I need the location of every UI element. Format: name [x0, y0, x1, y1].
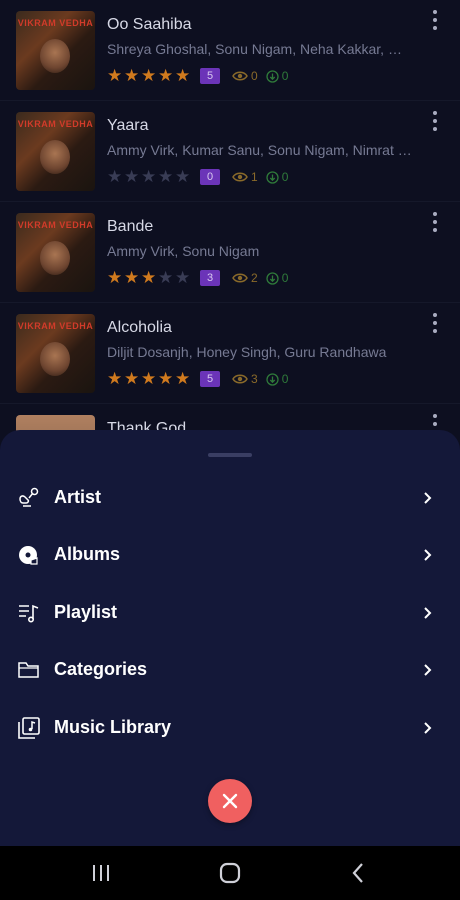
menu-item-label: Artist — [54, 487, 102, 507]
folder-icon — [18, 662, 39, 678]
rating-badge: 5 — [200, 371, 220, 387]
song-title: Bande — [107, 218, 154, 235]
eye-icon — [232, 273, 248, 283]
star-rating: ★ ★ ★ ★ ★ — [107, 269, 192, 286]
back-icon[interactable] — [347, 861, 371, 885]
download-count: 0 — [266, 271, 288, 285]
menu-item-label: Categories — [54, 659, 148, 679]
song-title: Alcoholia — [107, 319, 172, 336]
menu-item-music-library[interactable]: Music Library — [0, 700, 460, 757]
chevron-right-icon — [424, 722, 432, 734]
home-icon[interactable] — [218, 861, 242, 885]
rating-badge: 5 — [200, 68, 220, 84]
star-icon[interactable]: ★ — [175, 67, 192, 84]
menu-item-artist[interactable]: Artist — [0, 470, 460, 527]
star-icon[interactable]: ★ — [124, 370, 141, 387]
song-artists: Shreya Ghoshal, Sonu Nigam, Neha Kakkar,… — [107, 41, 412, 57]
view-count: 1 — [232, 170, 258, 184]
song-title: Oo Saahiba — [107, 16, 192, 33]
star-rating: ★ ★ ★ ★ ★ — [107, 370, 192, 387]
song-row[interactable]: VIKRAM VEDHA Yaara Ammy Virk, Kumar Sanu… — [0, 101, 460, 202]
system-navigation-bar — [0, 846, 460, 900]
download-icon — [266, 170, 279, 184]
song-row[interactable]: VIKRAM VEDHA Bande Ammy Virk, Sonu Nigam… — [0, 202, 460, 303]
star-icon[interactable]: ★ — [124, 269, 141, 286]
chevron-right-icon — [424, 607, 432, 619]
song-meta: ★ ★ ★ ★ ★ 5 3 0 — [107, 370, 288, 387]
album-disc-icon — [19, 546, 38, 565]
star-icon[interactable]: ★ — [141, 269, 158, 286]
bottom-sheet: Artist Albums Playlist Categories Music … — [0, 430, 460, 846]
star-rating: ★ ★ ★ ★ ★ — [107, 168, 192, 185]
star-icon[interactable]: ★ — [107, 269, 124, 286]
album-art: VIKRAM VEDHA — [16, 112, 95, 191]
close-icon — [222, 793, 238, 809]
star-icon[interactable]: ★ — [158, 168, 175, 185]
download-count: 0 — [266, 372, 288, 386]
song-title: Yaara — [107, 117, 149, 134]
more-options-icon[interactable] — [430, 111, 440, 131]
star-icon[interactable]: ★ — [141, 168, 158, 185]
menu-item-label: Playlist — [54, 602, 118, 622]
music-library-icon — [18, 717, 40, 739]
star-icon[interactable]: ★ — [141, 67, 158, 84]
menu-item-label: Music Library — [54, 717, 172, 737]
download-icon — [266, 271, 279, 285]
star-icon[interactable]: ★ — [158, 370, 175, 387]
view-count: 3 — [232, 372, 258, 386]
song-artists: Ammy Virk, Sonu Nigam — [107, 243, 260, 259]
song-artists: Ammy Virk, Kumar Sanu, Sonu Nigam, Nimra… — [107, 142, 412, 158]
menu-item-albums[interactable]: Albums — [0, 527, 460, 584]
download-count: 0 — [266, 69, 288, 83]
chevron-right-icon — [424, 492, 432, 504]
download-icon — [266, 372, 279, 386]
rating-badge: 0 — [200, 169, 220, 185]
song-row[interactable]: VIKRAM VEDHA Oo Saahiba Shreya Ghoshal, … — [0, 0, 460, 101]
eye-icon — [232, 172, 248, 182]
star-icon[interactable]: ★ — [158, 269, 175, 286]
star-icon[interactable]: ★ — [107, 370, 124, 387]
menu-item-categories[interactable]: Categories — [0, 642, 460, 699]
more-options-icon[interactable] — [430, 313, 440, 333]
download-count: 0 — [266, 170, 288, 184]
close-button[interactable] — [208, 779, 252, 823]
song-meta: ★ ★ ★ ★ ★ 3 2 0 — [107, 269, 288, 286]
star-icon[interactable]: ★ — [175, 168, 192, 185]
menu-item-playlist[interactable]: Playlist — [0, 585, 460, 642]
song-row[interactable]: VIKRAM VEDHA Alcoholia Diljit Dosanjh, H… — [0, 303, 460, 404]
artist-icon — [19, 487, 39, 507]
star-rating: ★ ★ ★ ★ ★ — [107, 67, 192, 84]
rating-badge: 3 — [200, 270, 220, 286]
star-icon[interactable]: ★ — [107, 168, 124, 185]
album-art: VIKRAM VEDHA — [16, 314, 95, 393]
album-art: VIKRAM VEDHA — [16, 213, 95, 292]
chevron-right-icon — [424, 549, 432, 561]
chevron-right-icon — [424, 664, 432, 676]
playlist-icon — [19, 604, 39, 623]
more-options-icon[interactable] — [430, 212, 440, 232]
star-icon[interactable]: ★ — [124, 168, 141, 185]
star-icon[interactable]: ★ — [175, 370, 192, 387]
star-icon[interactable]: ★ — [107, 67, 124, 84]
menu-item-label: Albums — [54, 544, 121, 564]
album-art: VIKRAM VEDHA — [16, 11, 95, 90]
song-meta: ★ ★ ★ ★ ★ 0 1 0 — [107, 168, 288, 185]
star-icon[interactable]: ★ — [124, 67, 141, 84]
view-count: 2 — [232, 271, 258, 285]
recent-apps-icon[interactable] — [89, 861, 113, 885]
star-icon[interactable]: ★ — [141, 370, 158, 387]
star-icon[interactable]: ★ — [175, 269, 192, 286]
eye-icon — [232, 374, 248, 384]
eye-icon — [232, 71, 248, 81]
song-meta: ★ ★ ★ ★ ★ 5 0 0 — [107, 67, 288, 84]
more-options-icon[interactable] — [430, 10, 440, 30]
song-artists: Diljit Dosanjh, Honey Singh, Guru Randha… — [107, 344, 387, 360]
drag-handle[interactable] — [208, 453, 252, 457]
download-icon — [266, 69, 279, 83]
star-icon[interactable]: ★ — [158, 67, 175, 84]
view-count: 0 — [232, 69, 258, 83]
